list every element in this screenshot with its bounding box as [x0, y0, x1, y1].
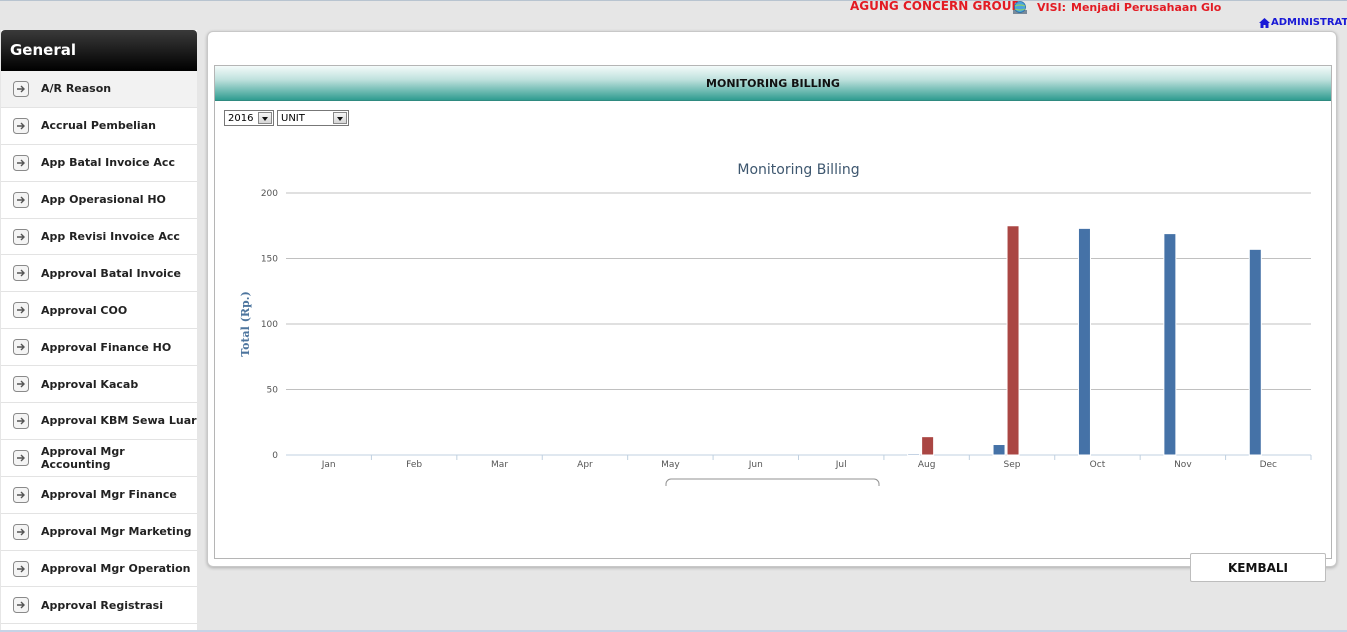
chevron-down-icon[interactable] [258, 112, 272, 124]
globe-icon [1013, 1, 1027, 14]
x-tick-label: Feb [406, 460, 422, 470]
sidebar-item[interactable]: Accrual Pembelian [1, 107, 197, 145]
x-tick-label: Jul [835, 460, 847, 470]
sidebar-item[interactable]: Approval Mgr Marketing [1, 513, 197, 551]
bar-billing [1163, 233, 1177, 456]
sidebar-item-label: App Operasional HO [41, 193, 166, 207]
x-tick-label: Jan [321, 460, 336, 470]
chevron-down-icon[interactable] [333, 112, 347, 124]
sidebar-item[interactable]: Approval Batal Invoice [1, 255, 197, 293]
unit-select[interactable]: UNIT [277, 110, 349, 126]
sidebar-item-label: Approval Mgr Marketing [41, 525, 192, 539]
legend-label: Pending [754, 485, 798, 486]
bar-billing [1077, 227, 1091, 456]
sidebar-item[interactable]: Approval Mgr Operation [1, 550, 197, 588]
unit-select-value: UNIT [281, 112, 305, 124]
bar-pending [1006, 225, 1020, 456]
y-tick-label: 100 [261, 320, 278, 330]
sidebar: General A/R Reason Accrual Pembelian App B… [1, 30, 197, 632]
sidebar-item-label: A/R Reason [41, 82, 112, 96]
arrow-right-icon [13, 597, 29, 614]
sidebar-item[interactable]: Approval Mgr Finance [1, 476, 197, 514]
arrow-right-icon [13, 412, 29, 429]
bar-billing [992, 444, 1006, 456]
sidebar-item[interactable]: Approval Registrasi [1, 587, 197, 625]
sidebar-item-label: Approval Batal Invoice [41, 266, 181, 280]
visi-marquee-text: Menjadi Perusahaan Glo [1071, 1, 1222, 14]
filter-bar: 2016 UNIT [224, 110, 349, 126]
arrow-right-icon [13, 228, 29, 245]
sidebar-item[interactable]: Approval Finance HO [1, 329, 197, 367]
sidebar-item-label: App Revisi Invoice Acc [41, 230, 180, 243]
home-icon [1259, 17, 1270, 28]
arrow-right-icon [13, 191, 29, 208]
arrow-right-icon [13, 376, 29, 393]
sidebar-item[interactable]: Approval KBM Sewa Luar [1, 403, 197, 440]
sidebar-item-label: Approval Finance HO [41, 340, 172, 354]
sidebar-item-label: App Batal Invoice Acc [41, 156, 175, 170]
arrow-right-icon [13, 449, 29, 466]
y-axis-label: Total (Rp.) [239, 291, 252, 357]
sidebar-item-label: Approval Registrasi [41, 598, 163, 612]
x-tick-label: Aug [918, 460, 936, 470]
sidebar-item-label: Approval Mgr Accounting [41, 444, 125, 471]
arrow-right-icon [13, 117, 29, 134]
sidebar-item-label: Approval Kacab [41, 377, 139, 391]
arrow-right-icon [13, 523, 29, 540]
sidebar-item[interactable]: Approval COO [1, 292, 197, 330]
sidebar-item[interactable]: App Operasional HO [1, 181, 197, 219]
sidebar-item[interactable]: App Revisi Invoice Acc [1, 218, 197, 256]
panel-header: MONITORING BILLING [215, 66, 1331, 101]
x-tick-label: Jun [748, 460, 763, 470]
kembali-button[interactable]: KEMBALI [1190, 553, 1326, 582]
sidebar-menu: A/R Reason Accrual Pembelian App Batal Inv… [1, 71, 197, 625]
top-bar: AGUNG CONCERN GROUP VISI: Menjadi Perusa… [0, 0, 1347, 29]
bar-pending [921, 436, 935, 456]
x-tick-label: May [661, 460, 680, 470]
sidebar-item[interactable]: Approval Mgr Accounting [1, 439, 197, 477]
x-tick-label: Oct [1090, 460, 1106, 470]
company-name: AGUNG CONCERN GROUP [850, 0, 1021, 13]
arrow-right-icon [13, 339, 29, 356]
arrow-right-icon [13, 560, 29, 577]
x-tick-label: Nov [1174, 460, 1192, 470]
year-select-value: 2016 [228, 112, 254, 124]
legend-label: Billing [692, 485, 726, 486]
billing-chart: Monitoring Billing 0 50 100 150 200 Total (Rp.… [239, 162, 1312, 486]
sidebar-item-label: Approval KBM Sewa Luar [41, 414, 197, 428]
sidebar-item[interactable]: A/R Reason [1, 71, 197, 108]
sidebar-item-label: Accrual Pembelian [41, 119, 156, 133]
administrator-link[interactable]: ADMINISTRATOR [1259, 17, 1347, 28]
bar-billing [907, 453, 921, 456]
sidebar-item-label: Approval Mgr Operation [41, 562, 191, 576]
monitoring-billing-panel: MONITORING BILLING 2016 UNIT Monitoring … [214, 65, 1332, 582]
sidebar-item[interactable]: Approval Kacab [1, 366, 197, 404]
sidebar-item-label: Approval Mgr Finance [41, 488, 177, 502]
x-tick-label: Dec [1260, 460, 1277, 470]
y-tick-label: 0 [272, 451, 278, 461]
arrow-right-icon [13, 302, 29, 319]
arrow-right-icon [13, 486, 29, 503]
arrow-right-icon [13, 265, 29, 282]
year-select[interactable]: 2016 [224, 110, 274, 126]
arrow-right-icon [13, 80, 29, 97]
sidebar-item[interactable]: App Batal Invoice Acc [1, 144, 197, 182]
chart-title: Monitoring Billing [737, 162, 859, 178]
x-tick-label: Apr [577, 460, 593, 470]
bar-billing [1248, 248, 1262, 456]
x-tick-label: Mar [491, 460, 508, 470]
visi-label: VISI: [1037, 1, 1067, 14]
y-tick-label: 200 [261, 189, 278, 199]
administrator-label: ADMINISTRATOR [1271, 17, 1347, 28]
y-tick-label: 50 [267, 386, 279, 396]
main-panel: MONITORING BILLING 2016 UNIT Monitoring … [207, 31, 1337, 582]
x-tick-label: Sep [1004, 460, 1021, 470]
legend-label: Invoiced [825, 485, 871, 486]
arrow-right-icon [13, 154, 29, 171]
sidebar-title: General [1, 30, 197, 71]
panel-title: MONITORING BILLING [706, 76, 840, 90]
sidebar-item-label: Approval COO [41, 303, 128, 317]
y-tick-label: 150 [261, 255, 278, 265]
